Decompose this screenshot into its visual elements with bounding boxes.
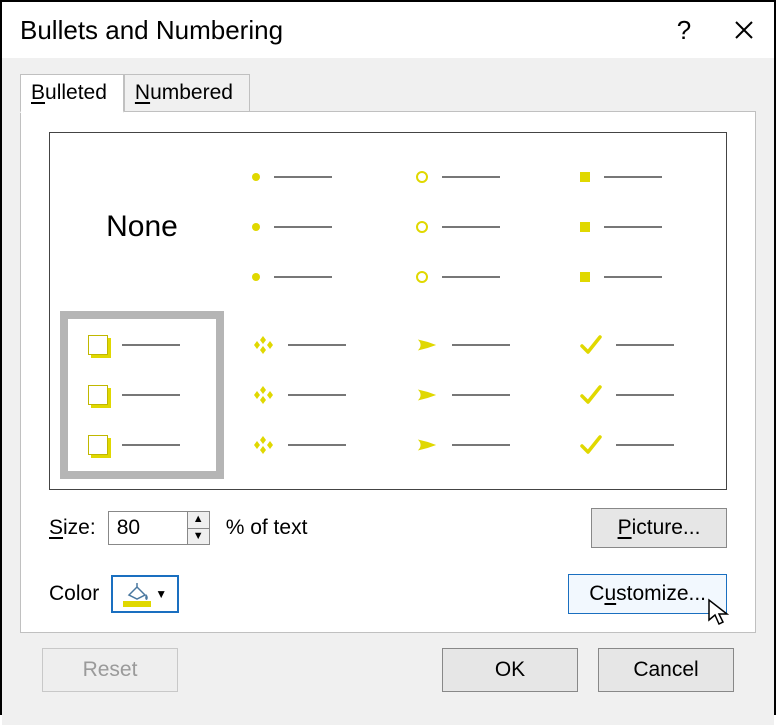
size-suffix: % of text <box>226 516 308 540</box>
bullet-option-none[interactable]: None <box>60 143 224 311</box>
color-label: Color <box>49 582 99 606</box>
bullet-gallery: None <box>60 143 716 479</box>
color-swatch <box>123 581 151 607</box>
bullet-option-box[interactable] <box>60 311 224 479</box>
cancel-button[interactable]: Cancel <box>598 648 734 692</box>
bullet-option-sq[interactable] <box>552 143 716 311</box>
controls-area: Size: 80 ▲ ▼ % of text Picture... Color <box>49 508 727 614</box>
close-icon <box>734 20 754 40</box>
bullets-numbering-dialog: Bullets and Numbering ? Bulleted Numbere… <box>0 0 776 715</box>
bullet-option-ring[interactable] <box>388 143 552 311</box>
content-area: Bulleted Numbered None Size: 80 ▲ ▼ <box>2 58 774 725</box>
picture-button[interactable]: Picture... <box>591 508 727 548</box>
size-label: Size: <box>49 516 96 540</box>
tab-numbered[interactable]: Numbered <box>124 74 250 111</box>
bullet-option-diamond4[interactable] <box>224 311 388 479</box>
bullet-gallery-frame: None <box>49 132 727 490</box>
reset-button: Reset <box>42 648 178 692</box>
bullet-option-arrow[interactable] <box>388 311 552 479</box>
size-value[interactable]: 80 <box>109 512 187 544</box>
size-spinner-down[interactable]: ▼ <box>188 529 209 545</box>
tab-panel: None Size: 80 ▲ ▼ % of text Picture... <box>20 111 756 633</box>
close-button[interactable] <box>714 2 774 58</box>
ok-button[interactable]: OK <box>442 648 578 692</box>
bullet-option-dot[interactable] <box>224 143 388 311</box>
size-spinner-arrows[interactable]: ▲ ▼ <box>187 512 209 544</box>
size-spinner-up[interactable]: ▲ <box>188 512 209 529</box>
tab-strip: Bulleted Numbered <box>20 74 756 111</box>
dialog-title: Bullets and Numbering <box>20 15 654 46</box>
paint-bucket-icon <box>123 581 151 601</box>
customize-button[interactable]: Customize... <box>568 574 727 614</box>
color-underline <box>123 601 151 607</box>
size-input[interactable]: 80 ▲ ▼ <box>108 511 210 545</box>
bullet-option-check[interactable] <box>552 311 716 479</box>
dialog-footer: Reset OK Cancel <box>20 633 756 707</box>
title-bar: Bullets and Numbering ? <box>2 2 774 58</box>
cursor-icon <box>707 598 733 628</box>
tab-bulleted[interactable]: Bulleted <box>20 74 124 113</box>
help-button[interactable]: ? <box>654 2 714 58</box>
color-picker-button[interactable]: ▼ <box>111 575 179 613</box>
dropdown-arrow-icon: ▼ <box>155 587 167 601</box>
